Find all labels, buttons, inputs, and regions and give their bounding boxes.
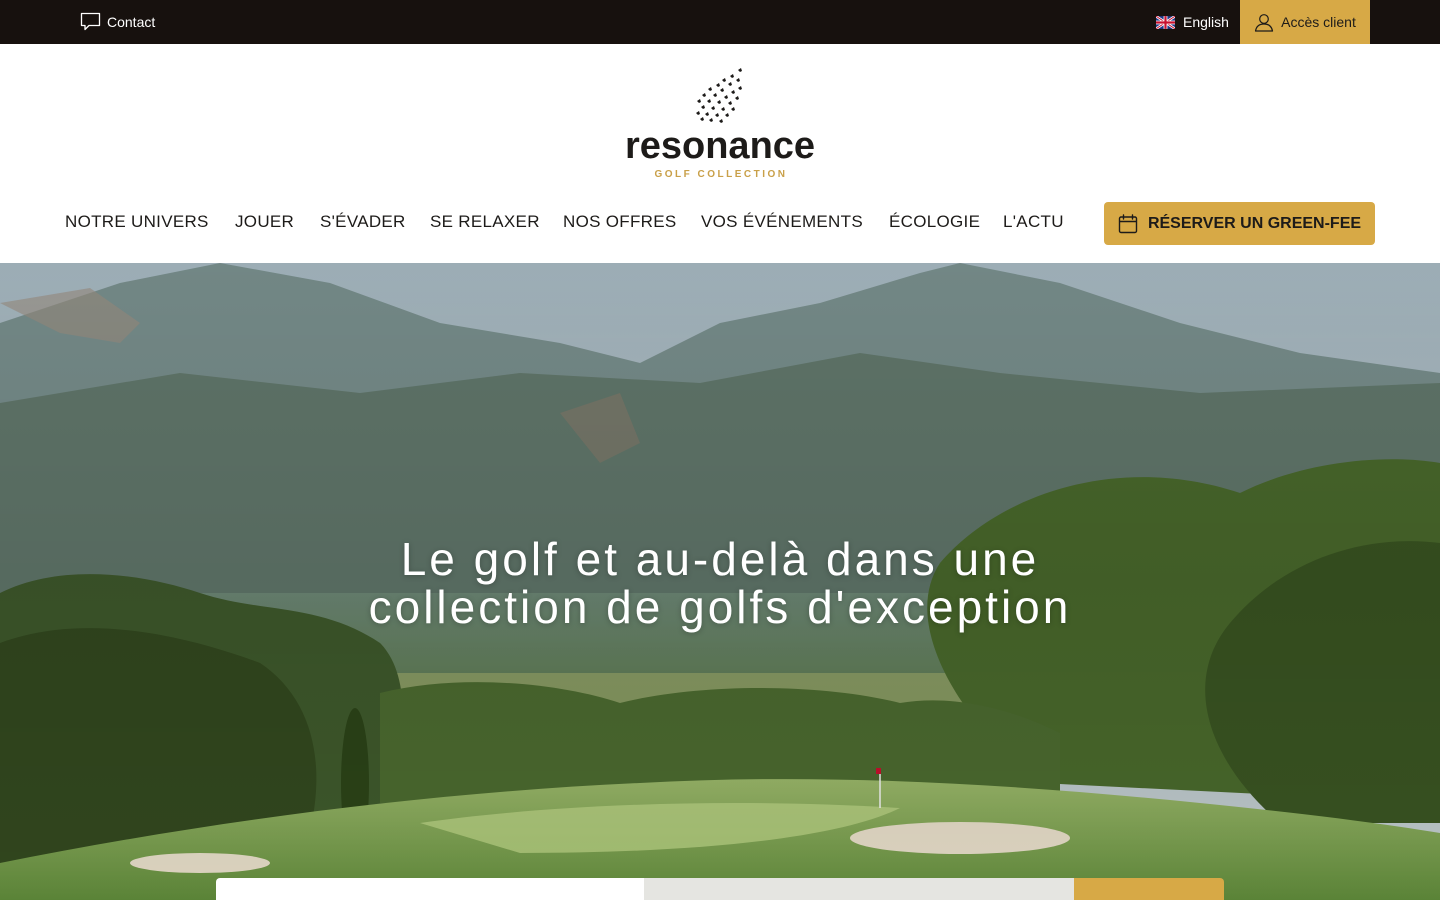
- bird-flock-icon: [696, 68, 742, 123]
- language-switcher[interactable]: English: [1156, 0, 1229, 44]
- search-field-primary[interactable]: [216, 878, 644, 900]
- search-field-secondary[interactable]: [644, 878, 1074, 900]
- nav-item-nos-offres[interactable]: NOS OFFRES: [563, 202, 677, 242]
- calendar-icon: [1118, 213, 1138, 233]
- top-bar: Contact English Accès client: [0, 0, 1440, 44]
- chat-bubble-icon: [80, 12, 101, 31]
- nav-item-notre-univers[interactable]: NOTRE UNIVERS: [65, 202, 209, 242]
- nav-item-se-relaxer[interactable]: SE RELAXER: [430, 202, 540, 242]
- brand-tagline: GOLF COLLECTION: [654, 169, 788, 180]
- language-label: English: [1183, 14, 1229, 30]
- hero-title: Le golf et au-delà dans une collection d…: [220, 535, 1220, 631]
- brand-name: resonance: [624, 125, 816, 167]
- book-green-fee-button[interactable]: RÉSERVER UN GREEN-FEE: [1104, 202, 1375, 245]
- brand-logo[interactable]: resonance GOLF COLLECTION: [620, 68, 820, 184]
- nav-item-jouer[interactable]: JOUER: [235, 202, 294, 242]
- hero-title-line2: collection de golfs d'exception: [368, 581, 1072, 633]
- client-access-label: Accès client: [1281, 14, 1356, 30]
- nav-item-vos-evenements[interactable]: VOS ÉVÉNEMENTS: [701, 202, 863, 242]
- contact-link[interactable]: Contact: [80, 0, 155, 44]
- hero-title-line1: Le golf et au-delà dans une: [400, 533, 1040, 585]
- user-icon: [1255, 13, 1274, 32]
- uk-flag-icon: [1156, 15, 1175, 29]
- nav-item-l-actu[interactable]: L'ACTU: [1003, 202, 1064, 242]
- search-submit-button[interactable]: [1074, 878, 1224, 900]
- client-access-button[interactable]: Accès client: [1240, 0, 1370, 44]
- nav-item-s-evader[interactable]: S'ÉVADER: [320, 202, 406, 242]
- nav-item-ecologie[interactable]: ÉCOLOGIE: [889, 202, 980, 242]
- contact-label: Contact: [107, 14, 156, 30]
- book-green-fee-label: RÉSERVER UN GREEN-FEE: [1147, 214, 1362, 232]
- hero-section: Le golf et au-delà dans une collection d…: [0, 263, 1440, 900]
- site-header: resonance GOLF COLLECTION NOTRE UNIVERS …: [0, 44, 1440, 263]
- booking-search-bar: [216, 878, 1224, 900]
